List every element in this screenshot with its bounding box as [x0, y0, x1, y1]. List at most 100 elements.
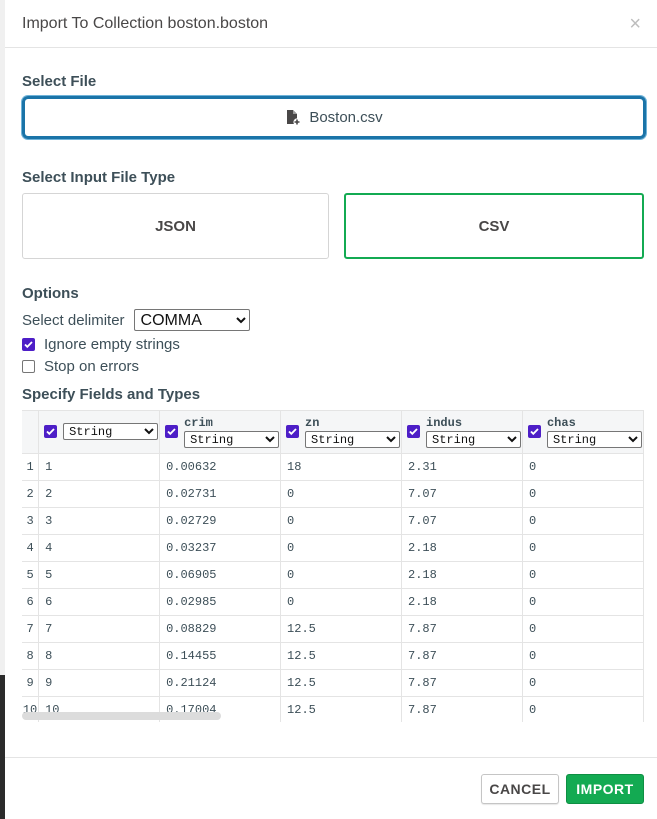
table-cell: 7.07 [401, 507, 523, 535]
column-type-select[interactable]: String [426, 430, 522, 448]
table-cell: 0.02731 [159, 480, 282, 508]
dialog-title: Import To Collection boston.boston [22, 14, 269, 32]
row-number: 9 [22, 669, 40, 697]
column-name: chas [546, 415, 576, 430]
column-include-checkbox[interactable] [44, 425, 58, 439]
table-cell: 0 [522, 534, 644, 562]
stop-on-errors-checkbox[interactable] [22, 360, 35, 373]
table-cell: 7.87 [401, 642, 523, 670]
stop-on-errors-label: Stop on errors [44, 358, 140, 375]
table-cell: 0.08829 [159, 615, 282, 643]
table-cell: 7.87 [401, 669, 523, 697]
ignore-empty-label: Ignore empty strings [44, 336, 180, 353]
cancel-button[interactable]: CANCEL [481, 773, 559, 804]
table-cell: 0.14455 [159, 642, 282, 670]
table-cell: 5 [38, 561, 161, 589]
row-number: 8 [22, 642, 40, 670]
table-row: 8 8 0.14455 12.5 7.87 0 [22, 642, 644, 670]
dialog-footer: CANCEL IMPORT [5, 757, 657, 819]
file-type-label: Select Input File Type [22, 169, 176, 186]
table-cell: 0 [522, 588, 644, 616]
table-cell: 7 [38, 615, 161, 643]
table-cell: 12.5 [280, 669, 403, 697]
column-header: indus String [401, 411, 523, 454]
import-button[interactable]: IMPORT [566, 773, 644, 804]
table-cell: 2.18 [401, 561, 523, 589]
file-add-icon [285, 109, 301, 126]
dialog-header: Import To Collection boston.boston × [5, 0, 657, 48]
table-cell: 1 [38, 453, 161, 481]
row-number-header [22, 411, 40, 454]
table-cell: 0 [280, 588, 403, 616]
table-cell: 18 [280, 453, 403, 481]
column-include-checkbox[interactable] [527, 425, 541, 439]
table-cell: 0 [280, 507, 403, 535]
column-include-checkbox[interactable] [407, 425, 421, 439]
fields-table-container[interactable]: String crim String zn String indus Strin… [22, 410, 644, 722]
stop-on-errors-row: Stop on errors [22, 358, 644, 375]
table-cell: 6 [38, 588, 161, 616]
column-include-checkbox[interactable] [286, 425, 300, 439]
table-cell: 0.03237 [159, 534, 282, 562]
table-row: 3 3 0.02729 0 7.07 0 [22, 507, 644, 535]
fields-table: String crim String zn String indus Strin… [22, 411, 644, 722]
table-cell: 12.5 [280, 642, 403, 670]
ignore-empty-row: Ignore empty strings [22, 336, 644, 353]
import-dialog: Import To Collection boston.boston × Sel… [5, 0, 657, 819]
row-number: 3 [22, 507, 40, 535]
dialog-body: Select File Boston.csv Select Input File… [5, 73, 657, 722]
table-row: 2 2 0.02731 0 7.07 0 [22, 480, 644, 508]
table-cell: 0 [522, 669, 644, 697]
column-type-select[interactable]: String [184, 430, 280, 448]
file-type-csv-button[interactable]: CSV [344, 193, 644, 259]
column-header: String [38, 411, 161, 454]
delimiter-label: Select delimiter [22, 311, 125, 329]
select-file-label: Select File [22, 73, 97, 90]
table-cell: 0 [522, 480, 644, 508]
table-row: 4 4 0.03237 0 2.18 0 [22, 534, 644, 562]
column-type-select[interactable]: String [546, 430, 642, 448]
table-cell: 0.06905 [159, 561, 282, 589]
table-row: 9 9 0.21124 12.5 7.87 0 [22, 669, 644, 697]
table-cell: 2 [38, 480, 161, 508]
table-cell: 4 [38, 534, 161, 562]
table-cell: 0 [522, 561, 644, 589]
column-name: crim [184, 415, 213, 430]
selected-file-name: Boston.csv [309, 109, 383, 126]
table-row: 6 6 0.02985 0 2.18 0 [22, 588, 644, 616]
table-cell: 0.21124 [159, 669, 282, 697]
delimiter-select[interactable]: COMMA [133, 309, 250, 331]
column-header: zn String [280, 411, 403, 454]
column-include-checkbox[interactable] [165, 425, 179, 439]
row-number: 2 [22, 480, 40, 508]
table-header-row: String crim String zn String indus Strin… [22, 411, 644, 454]
table-cell: 2.18 [401, 588, 523, 616]
fields-label: Specify Fields and Types [22, 386, 201, 403]
table-cell: 0 [280, 480, 403, 508]
select-file-button[interactable]: Boston.csv [22, 96, 646, 139]
table-cell: 0 [522, 453, 644, 481]
file-type-json-button[interactable]: JSON [22, 193, 329, 259]
table-cell: 0.00632 [159, 453, 282, 481]
scrollbar-thumb[interactable] [22, 712, 221, 720]
table-cell: 7.07 [401, 480, 523, 508]
row-number: 6 [22, 588, 40, 616]
ignore-empty-checkbox[interactable] [22, 338, 35, 351]
table-cell: 8 [38, 642, 161, 670]
delimiter-row: Select delimiter COMMA [22, 309, 644, 331]
file-type-selector: JSON CSV [22, 193, 644, 259]
column-type-select[interactable]: String [305, 430, 401, 448]
table-cell: 7.87 [401, 615, 523, 643]
table-row: 5 5 0.06905 0 2.18 0 [22, 561, 644, 589]
table-cell: 0 [522, 642, 644, 670]
row-number: 7 [22, 615, 40, 643]
column-type-select[interactable]: String [63, 423, 159, 441]
table-cell: 0 [280, 534, 403, 562]
table-cell: 0.02985 [159, 588, 282, 616]
table-row: 7 7 0.08829 12.5 7.87 0 [22, 615, 644, 643]
horizontal-scrollbar[interactable] [22, 710, 644, 722]
table-cell: 2.18 [401, 534, 523, 562]
close-icon[interactable]: × [629, 14, 641, 34]
column-name: zn [305, 415, 320, 430]
table-row: 1 1 0.00632 18 2.31 0 [22, 453, 644, 481]
